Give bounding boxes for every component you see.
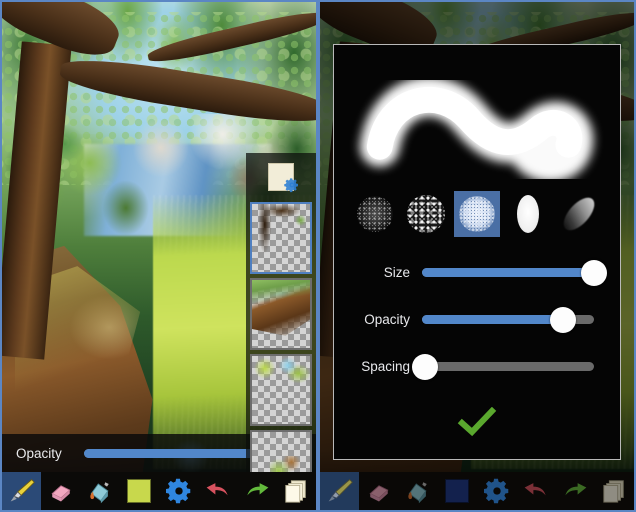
soft-noise-icon [357, 196, 393, 232]
layers-icon [603, 480, 625, 503]
slider-thumb[interactable] [550, 306, 577, 333]
brush-tip-solid-ellipse[interactable] [505, 191, 551, 237]
tool-layers[interactable] [595, 472, 634, 510]
tool-undo[interactable] [516, 472, 555, 510]
brush-tip-row [344, 185, 610, 243]
checkmark-icon [457, 406, 497, 436]
size-slider[interactable] [422, 259, 607, 286]
speckled-round-icon [459, 196, 495, 232]
tool-settings[interactable] [159, 472, 198, 510]
tool-redo[interactable] [238, 472, 277, 510]
color-swatch-icon [445, 479, 470, 503]
undo-arrow-icon [524, 483, 546, 496]
opacity-label: Opacity [16, 445, 62, 461]
app-screen: Opacity Size Opacity Spacing [0, 0, 636, 512]
brush-tip-angled-ellipse[interactable] [556, 191, 602, 237]
tool-brush[interactable] [320, 472, 360, 510]
tool-redo[interactable] [556, 472, 595, 510]
high-contrast-noise-icon [407, 195, 445, 233]
size-label: Size [383, 265, 410, 280]
tool-eraser[interactable] [41, 472, 80, 510]
left-toolbar [2, 472, 316, 510]
tool-layers[interactable] [277, 472, 316, 510]
paintbrush-icon [10, 479, 35, 502]
gear-icon [284, 178, 298, 193]
layer-panel [246, 153, 316, 510]
spacing-slider[interactable] [412, 353, 594, 380]
opacity-slider[interactable] [422, 306, 594, 333]
gear-icon [165, 478, 190, 504]
layer-item[interactable] [250, 278, 312, 350]
tool-color[interactable] [438, 472, 477, 510]
opacity-row: Opacity [344, 296, 608, 343]
layer-thumbnail [252, 204, 310, 272]
brush-settings-dialog: Size Opacity Spacing [333, 44, 621, 460]
tool-brush[interactable] [2, 472, 42, 510]
eraser-icon [51, 485, 71, 502]
layer-thumbnail [252, 356, 310, 424]
slider-thumb[interactable] [412, 353, 439, 380]
tool-fill[interactable] [81, 472, 120, 510]
spacing-label: Spacing [361, 359, 410, 374]
right-toolbar [320, 472, 634, 510]
brush-tip-speckled-round[interactable] [454, 191, 500, 237]
redo-arrow-icon [247, 483, 269, 496]
slider-track [422, 362, 594, 371]
eraser-icon [369, 485, 389, 502]
slider-fill [422, 268, 594, 277]
slider-fill [422, 315, 564, 324]
layer-settings-button[interactable] [246, 155, 316, 199]
brush-tip-high-contrast-noise[interactable] [403, 191, 449, 237]
redo-arrow-icon [565, 483, 587, 496]
gear-icon [483, 478, 508, 504]
paint-bucket-icon [90, 482, 109, 504]
slider-thumb[interactable] [581, 259, 607, 286]
color-swatch-icon [127, 479, 152, 503]
tool-undo[interactable] [198, 472, 237, 510]
brush-stroke-preview [344, 53, 610, 185]
layer-item[interactable] [250, 202, 312, 274]
paintbrush-icon [328, 479, 353, 502]
undo-arrow-icon [206, 483, 228, 496]
layer-item[interactable] [250, 354, 312, 426]
confirm-button[interactable] [457, 406, 497, 437]
brush-slider-group: Size Opacity Spacing [344, 243, 610, 390]
opacity-label: Opacity [364, 312, 410, 327]
size-row: Size [344, 249, 608, 296]
tool-color[interactable] [120, 472, 159, 510]
confirm-row [344, 390, 610, 453]
tool-settings[interactable] [477, 472, 516, 510]
brush-tip-soft-noise[interactable] [352, 191, 398, 237]
solid-ellipse-icon [517, 195, 539, 233]
paint-bucket-icon [408, 482, 427, 504]
tool-eraser[interactable] [359, 472, 398, 510]
layers-icon [285, 480, 307, 503]
brush-stroke-icon [359, 76, 593, 182]
tool-fill[interactable] [399, 472, 438, 510]
right-panel: Size Opacity Spacing [318, 0, 636, 512]
left-panel: Opacity [0, 0, 318, 512]
angled-ellipse-icon [558, 192, 600, 236]
spacing-row: Spacing [344, 343, 608, 390]
